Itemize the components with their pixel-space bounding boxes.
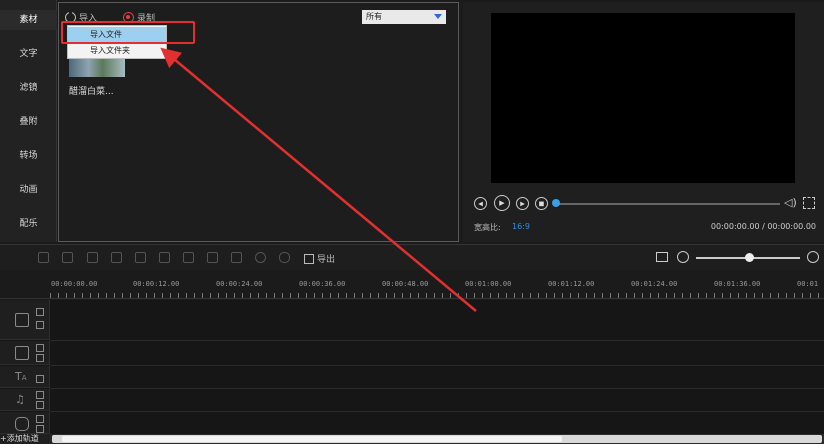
annotation-arrow	[160, 47, 477, 312]
